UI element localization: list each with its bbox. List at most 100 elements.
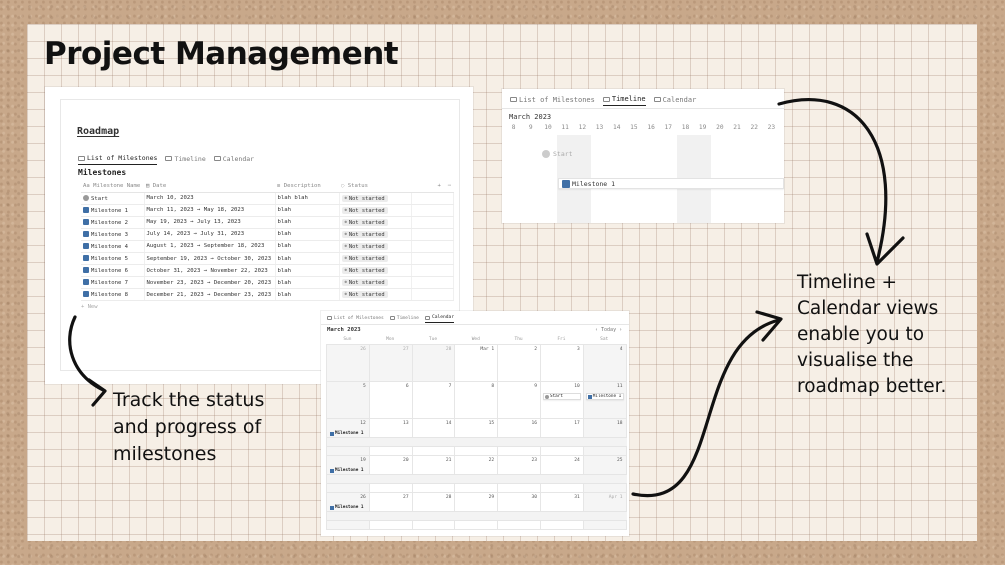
cell-description[interactable]: blah <box>275 288 340 302</box>
calendar-milestone-1-span[interactable]: Milestone 1 <box>328 467 363 474</box>
cell-date[interactable]: December 21, 2023 → December 23, 2023 <box>144 288 276 302</box>
cell-status[interactable]: Not started <box>339 240 412 253</box>
cell-name[interactable]: Start <box>81 192 145 205</box>
roadmap-title[interactable]: Roadmap <box>77 126 119 137</box>
calendar-event-bar[interactable] <box>540 511 584 521</box>
cell-name[interactable]: Milestone 4 <box>81 240 145 253</box>
cell-status[interactable]: Not started <box>339 288 412 302</box>
calendar-event-bar[interactable] <box>583 437 627 447</box>
calendar-event-bar[interactable] <box>412 474 456 484</box>
table-row[interactable]: Milestone 8 December 21, 2023 → December … <box>81 288 454 302</box>
calendar-milestone-1-event[interactable]: Milestone 1 <box>585 393 624 400</box>
tab-timeline[interactable]: Timeline <box>165 154 206 165</box>
status-badge[interactable]: Not started <box>341 194 388 202</box>
column-header-description[interactable]: ≡ Description <box>275 181 339 193</box>
calendar-event-bar[interactable] <box>540 474 584 484</box>
calendar-day-cell[interactable]: 10 Start <box>540 382 584 419</box>
table-row[interactable]: Milestone 2 May 19, 2023 → July 13, 2023 b… <box>81 216 454 229</box>
cell-status[interactable]: Not started <box>339 192 412 205</box>
calendar-event-bar[interactable] <box>498 437 541 447</box>
table-row[interactable]: Milestone 7 November 23, 2023 → December … <box>81 276 454 290</box>
calendar-start-event[interactable]: Start <box>542 393 581 400</box>
calendar-day-cell[interactable]: 5 <box>327 382 370 419</box>
calendar-day-cell[interactable]: 25 <box>583 456 627 493</box>
calendar-event-bar[interactable] <box>583 474 627 484</box>
calendar-day-cell[interactable]: 20 <box>369 456 413 493</box>
calendar-event-bar[interactable] <box>498 511 541 521</box>
calendar-event-bar[interactable] <box>369 437 413 447</box>
tab-timeline[interactable]: Timeline <box>389 315 419 323</box>
prev-month-button[interactable]: ‹ <box>595 327 598 333</box>
calendar-event-bar[interactable] <box>540 437 584 447</box>
cell-name[interactable]: Milestone 3 <box>81 228 145 241</box>
cell-description[interactable]: blah <box>275 204 340 217</box>
tab-calendar[interactable]: Calendar <box>424 315 455 323</box>
calendar-event-bar[interactable] <box>327 511 370 521</box>
calendar-day-cell[interactable]: Apr 1 <box>583 493 627 530</box>
calendar-milestone-1-span[interactable]: Milestone 1 <box>328 504 363 511</box>
cell-name[interactable]: Milestone 8 <box>81 288 145 302</box>
calendar-event-bar[interactable] <box>498 474 541 484</box>
calendar-day-cell[interactable]: 2 <box>498 345 541 382</box>
cell-description[interactable]: blah <box>275 228 340 241</box>
cell-name[interactable]: Milestone 5 <box>81 252 145 266</box>
calendar-event-bar[interactable] <box>455 511 499 521</box>
calendar-day-cell[interactable]: 6 <box>369 382 413 419</box>
cell-date[interactable]: March 11, 2023 → May 18, 2023 <box>144 204 276 217</box>
calendar-day-cell[interactable]: Mar 1 <box>455 345 499 382</box>
calendar-day-cell[interactable]: 11 Milestone 1 <box>583 382 627 419</box>
column-header-name[interactable]: Aa Milestone Name <box>81 181 144 193</box>
table-row[interactable]: Milestone 6 October 31, 2023 → November 2… <box>81 264 454 278</box>
table-row[interactable]: Milestone 1 March 11, 2023 → May 18, 2023… <box>81 204 454 217</box>
cell-date[interactable]: May 19, 2023 → July 13, 2023 <box>144 216 276 229</box>
table-row[interactable]: Milestone 5 September 19, 2023 → October … <box>81 252 454 266</box>
new-row-button[interactable]: + New <box>81 304 98 310</box>
cell-status[interactable]: Not started <box>339 264 412 278</box>
calendar-day-cell[interactable]: 22 <box>455 456 499 493</box>
table-row[interactable]: Milestone 3 July 14, 2023 → July 31, 2023… <box>81 228 454 241</box>
cell-name[interactable]: Milestone 6 <box>81 264 145 278</box>
calendar-day-cell[interactable]: 19 Milestone 1 <box>327 456 370 493</box>
calendar-day-cell[interactable]: 18 <box>583 419 627 456</box>
status-badge[interactable]: Not started <box>341 267 388 275</box>
status-badge[interactable]: Not started <box>341 230 388 238</box>
calendar-event-bar[interactable] <box>369 474 413 484</box>
cell-date[interactable]: August 1, 2023 → September 18, 2023 <box>144 240 276 253</box>
calendar-day-cell[interactable]: 28 <box>412 345 456 382</box>
cell-date[interactable]: March 10, 2023 <box>144 192 276 205</box>
calendar-day-cell[interactable]: 3 <box>540 345 584 382</box>
column-header-date[interactable]: ▤ Date <box>144 181 275 193</box>
status-badge[interactable]: Not started <box>341 206 388 214</box>
status-badge[interactable]: Not started <box>341 255 388 263</box>
calendar-event-bar[interactable] <box>327 474 370 484</box>
cell-description[interactable]: blah <box>275 264 340 278</box>
calendar-day-cell[interactable]: 21 <box>412 456 456 493</box>
calendar-day-cell[interactable]: 23 <box>498 456 541 493</box>
calendar-day-cell[interactable]: 8 <box>455 382 499 419</box>
calendar-day-cell[interactable]: 26 Milestone 1 <box>327 493 370 530</box>
calendar-day-cell[interactable]: 14 <box>412 419 456 456</box>
column-header-status[interactable]: ◌ Status <box>339 181 411 193</box>
timeline-start-item[interactable]: Start <box>542 150 573 158</box>
calendar-day-cell[interactable]: 30 <box>498 493 541 530</box>
calendar-day-cell[interactable]: 7 <box>412 382 456 419</box>
status-badge[interactable]: Not started <box>341 279 388 287</box>
tab-list-of-milestones[interactable]: List of Milestones <box>327 315 384 323</box>
calendar-event-bar[interactable] <box>455 437 499 447</box>
calendar-day-cell[interactable]: 28 <box>412 493 456 530</box>
tab-list-of-milestones[interactable]: List of Milestones <box>510 95 595 106</box>
add-column-button[interactable]: + ⋯ <box>411 181 453 193</box>
cell-status[interactable]: Not started <box>339 276 412 290</box>
today-button[interactable]: Today <box>601 327 616 333</box>
calendar-day-cell[interactable]: 17 <box>540 419 584 456</box>
cell-date[interactable]: July 14, 2023 → July 31, 2023 <box>144 228 276 241</box>
calendar-day-cell[interactable]: 29 <box>455 493 499 530</box>
calendar-event-bar[interactable] <box>583 511 627 521</box>
cell-status[interactable]: Not started <box>339 204 412 217</box>
calendar-event-bar[interactable] <box>327 437 370 447</box>
cell-description[interactable]: blah <box>275 276 340 290</box>
status-badge[interactable]: Not started <box>341 218 388 226</box>
cell-name[interactable]: Milestone 2 <box>81 216 145 229</box>
calendar-day-cell[interactable]: 15 <box>455 419 499 456</box>
timeline-milestone-1-bar[interactable]: Milestone 1 <box>558 178 784 189</box>
